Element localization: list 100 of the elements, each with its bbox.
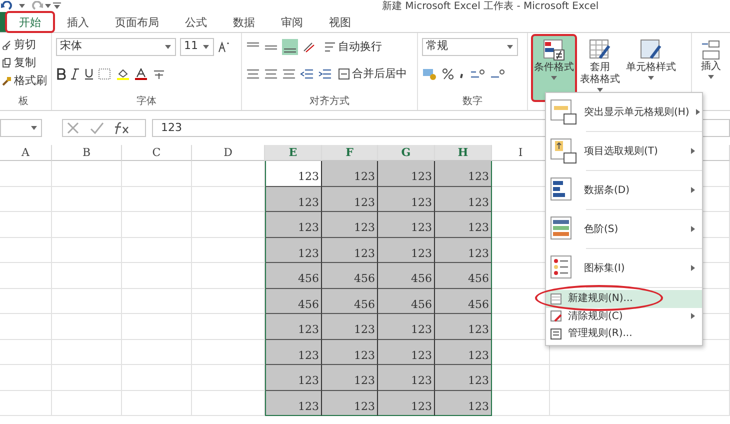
table-cell [122, 365, 192, 390]
table-cell [52, 238, 122, 263]
decrease-decimal-icon[interactable] [490, 68, 506, 80]
ribbon-tab[interactable]: 数据 [220, 12, 268, 32]
clipboard-button[interactable]: 复制 [0, 54, 47, 72]
table-cell [52, 314, 122, 340]
table-cell [122, 186, 192, 212]
number-format-field[interactable]: 常规 [422, 38, 518, 56]
merge-icon [338, 68, 350, 80]
submenu-arrow-icon [690, 225, 696, 233]
table-cell: 123 [322, 390, 378, 416]
italic-icon[interactable] [70, 68, 80, 80]
table-cell [122, 161, 192, 186]
font-name-field[interactable]: 宋体 [56, 38, 176, 56]
table-cell: 123 [378, 390, 435, 416]
cell-styles-icon [639, 38, 663, 62]
menu-item[interactable]: 图标集(I) [546, 251, 702, 285]
table-cell: 123 [265, 365, 322, 390]
menu-item[interactable]: 新建规则(N)... [546, 290, 702, 308]
table-cell: 456 [435, 288, 492, 314]
font-color-icon[interactable] [134, 68, 148, 80]
group-label: 板 [18, 94, 30, 109]
table-cell [52, 390, 122, 416]
ribbon-tab[interactable]: 插入 [54, 12, 102, 32]
ribbon-tab[interactable]: 公式 [172, 12, 220, 32]
ribbon-tab[interactable]: 开始 [6, 12, 54, 32]
align-left-icon[interactable] [246, 68, 260, 80]
column-header[interactable]: B [52, 145, 122, 161]
table-cell: 123 [435, 212, 492, 238]
menu-item[interactable]: 数据条(D) [546, 173, 702, 207]
dropdown-icon[interactable] [164, 42, 172, 50]
table-format-icon [588, 38, 612, 62]
styles-button[interactable]: 条件格式 [532, 35, 576, 101]
submenu-arrow-icon [695, 108, 702, 116]
merge-center-button[interactable]: 合并后居中 [336, 66, 409, 82]
table-cell [52, 288, 122, 314]
table-cell: 456 [322, 288, 378, 314]
dropdown-icon[interactable] [202, 42, 210, 50]
decrease-indent-icon[interactable] [300, 68, 314, 80]
grow-font-icon[interactable] [218, 40, 230, 52]
column-header[interactable]: C [122, 145, 192, 161]
dropdown-icon [647, 74, 655, 82]
group-label: 对齐方式 [308, 94, 350, 109]
dropdown-icon[interactable] [506, 42, 514, 50]
table-cell: 123 [378, 161, 435, 186]
column-header[interactable]: H [435, 145, 492, 161]
ribbon-tab[interactable]: 审阅 [268, 12, 316, 32]
table-cell [0, 390, 52, 416]
ribbon-tab[interactable]: 页面布局 [102, 12, 172, 32]
dropdown-icon[interactable] [30, 124, 38, 132]
increase-decimal-icon[interactable] [470, 68, 486, 80]
align-center-icon[interactable] [264, 68, 278, 80]
table-cell: 123 [322, 238, 378, 263]
column-header[interactable]: E [265, 145, 322, 161]
menu-item[interactable]: 清除规则(C) [546, 308, 702, 325]
table-cell [122, 390, 192, 416]
wrap-text-button[interactable]: 自动换行 [322, 38, 384, 54]
conditional-format-icon [542, 38, 566, 62]
table-cell [122, 212, 192, 238]
table-cell [0, 340, 52, 365]
underline-icon[interactable] [84, 68, 94, 80]
table-cell: 123 [435, 186, 492, 212]
percent-icon[interactable] [442, 68, 454, 80]
table-cell: 123 [435, 161, 492, 186]
font-size-field[interactable]: 11 [180, 38, 214, 56]
clipboard-button[interactable]: 格式刷 [0, 72, 47, 90]
table-cell: 123 [378, 212, 435, 238]
table-cell: 456 [322, 263, 378, 288]
table-cell [0, 288, 52, 314]
dropdown-icon[interactable] [18, 2, 26, 10]
menu-item[interactable]: 色阶(S) [546, 212, 702, 246]
table-cell [492, 390, 550, 416]
table-cell: 123 [378, 314, 435, 340]
column-header[interactable]: F [322, 145, 378, 161]
submenu-arrow-icon [690, 186, 696, 194]
align-right-icon[interactable] [282, 68, 296, 80]
table-cell: 123 [435, 390, 492, 416]
window-title: 新建 Microsoft Excel 工作表 - Microsoft Excel [382, 0, 599, 14]
group-label: 数字 [462, 94, 484, 109]
table-cell: 123 [435, 340, 492, 365]
submenu-arrow-icon [690, 312, 696, 320]
column-header[interactable]: G [378, 145, 435, 161]
bold-icon[interactable] [56, 68, 66, 80]
clipboard-button[interactable]: 剪切 [0, 36, 47, 54]
function-icon[interactable] [114, 121, 130, 135]
table-cell: 123 [265, 186, 322, 212]
fill-color-icon[interactable] [116, 68, 130, 80]
column-header[interactable]: A [0, 145, 52, 161]
align-bottom-icon[interactable] [282, 38, 298, 54]
ribbon-tab[interactable]: 视图 [316, 12, 364, 32]
table-cell: 123 [378, 238, 435, 263]
dropdown-icon[interactable] [44, 2, 52, 10]
table-cell [122, 288, 192, 314]
table-cell [122, 263, 192, 288]
menu-item[interactable]: 管理规则(R)... [546, 325, 702, 342]
table-cell: 123 [322, 314, 378, 340]
increase-indent-icon[interactable] [318, 68, 332, 80]
submenu-arrow-icon [690, 147, 696, 155]
table-cell: 123 [435, 238, 492, 263]
table-cell [0, 212, 52, 238]
